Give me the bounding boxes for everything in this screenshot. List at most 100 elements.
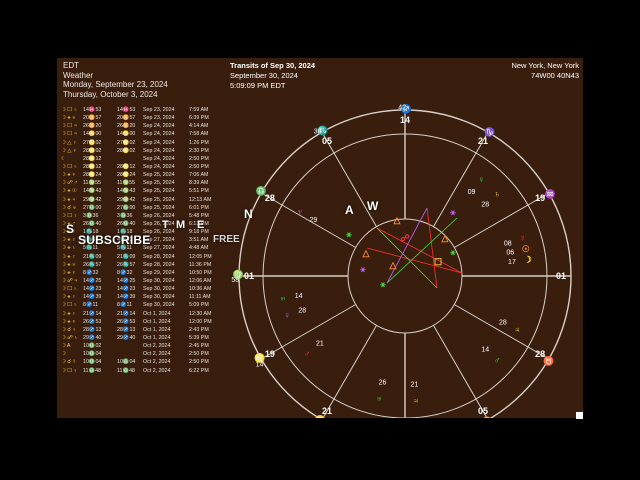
event-position: 14♓53 — [83, 107, 102, 113]
event-position-2: 27♌02 — [117, 139, 136, 146]
cusp-sign-glyph: ♊ — [482, 415, 493, 418]
cusp-label: 01 — [556, 271, 566, 281]
planet-glyph: ♅ — [280, 294, 287, 304]
event-icons: ☽ ☍ ♃ — [61, 277, 79, 284]
event-row: ☽ ⚹ ☉ 14♍43 14♍43 Sep 25, 2024 5:51 PM — [59, 187, 225, 195]
event-date: Oct 1, 2024 — [143, 326, 171, 333]
event-position: 21♏09 — [83, 253, 102, 260]
chart-wheel: 14♐4221♑19♒0128♉05♊3814♊4221♋1619♌1401♍5… — [231, 103, 572, 418]
event-time: 7:59 AM — [189, 107, 209, 113]
planet-glyph: ☿ — [520, 234, 527, 244]
event-row: ☽ ☐ ♃ 14♋00 14♋00 Sep 24, 2024 7:58 AM — [59, 130, 225, 138]
event-position: 29♍42 — [83, 196, 102, 203]
cusp-label: 05 — [322, 136, 332, 146]
event-date: Sep 24, 2024 — [143, 147, 175, 154]
aspect-line — [366, 247, 463, 274]
planet-degree: 26 — [379, 380, 387, 387]
overlay-letter-n: N — [244, 207, 253, 221]
event-date: Oct 2, 2024 — [143, 351, 171, 358]
event-time: 6:01 PM — [189, 204, 209, 211]
aspect-glyph: △ — [389, 260, 398, 270]
event-date: Sep 26, 2024 — [143, 220, 175, 227]
event-position: 3♎36 — [83, 212, 99, 219]
planet-glyph: ♃ — [514, 324, 521, 334]
planet-degree: 14 — [295, 293, 303, 300]
event-position-2: 14♓53 — [117, 107, 136, 113]
event-row: ☽ ☐ ♄ 14♐23 14♐23 Sep 30, 2024 10:36 AM — [59, 285, 225, 293]
event-row: ☽ ☍ ♄ 29♐40 29♐40 Oct 1, 2024 5:39 PM — [59, 334, 225, 342]
event-row: ☽ ⚹ ♅ 20♊57 20♊57 Sep 23, 2024 6:39 PM — [59, 114, 225, 122]
planet-glyph: ☽ — [524, 255, 532, 265]
planet-degree: 28 — [499, 320, 507, 327]
event-date: Oct 2, 2024 — [143, 359, 171, 366]
subscribe-overlay: SUBSCRIBE — [78, 233, 151, 247]
event-row: ☽ A 10♎02 Oct 2, 2024 2:45 PM — [59, 342, 225, 350]
event-date: Sep 28, 2024 — [143, 261, 175, 268]
house-cusp-line — [322, 325, 377, 418]
event-position: 28♌02 — [83, 147, 102, 154]
cusp-sign-glyph: ♒ — [545, 188, 556, 199]
event-position-2: 21♏09 — [117, 253, 136, 260]
aspect-glyph: △ — [362, 248, 371, 258]
event-position: 26♏57 — [83, 261, 102, 268]
event-icons: ☽ ⚹ ♅ — [61, 261, 76, 268]
event-date: Sep 30, 2024 — [143, 294, 175, 301]
event-time: 5:51 PM — [189, 188, 209, 195]
event-position-2: 28♐13 — [117, 326, 136, 333]
event-date: Sep 24, 2024 — [143, 155, 175, 162]
cusp-minute: 58 — [231, 277, 239, 284]
event-row: ☽ ☐ ♄ 28♌12 28♌12 Sep 24, 2024 2:50 PM — [59, 163, 225, 171]
event-icons: ☽ △ ♇ — [61, 139, 77, 146]
event-row: ☽ ⚹ ♇ 21♏09 21♏09 Sep 28, 2024 12:05 PM — [59, 253, 225, 261]
weather-label: Weather — [63, 70, 94, 80]
event-date: Sep 23, 2024 — [143, 115, 175, 122]
overlay-letter-s: S — [66, 222, 75, 236]
event-position: 26♎40 — [83, 220, 102, 227]
cusp-sign-glyph: ♎ — [256, 185, 267, 196]
event-date: Sep 25, 2024 — [143, 188, 175, 195]
cusp-label: 19 — [535, 193, 545, 203]
event-icons: ☽ ☌ ♀ — [61, 326, 77, 333]
aspect-glyph: ⚹ — [380, 279, 386, 289]
event-position-2: 26♐53 — [117, 318, 136, 325]
event-date: Sep 24, 2024 — [143, 139, 175, 146]
event-icons: ☽ ⚹ ♆ — [61, 318, 76, 325]
cusp-sign-glyph: ♑ — [484, 126, 495, 137]
event-position: 14♋00 — [83, 131, 102, 138]
event-time: 1:26 PM — [189, 139, 209, 146]
event-icons: ☽ ☍ ♄ — [61, 334, 79, 341]
aspect-glyph: ⚹ — [346, 229, 352, 239]
event-date: Sep 24, 2024 — [143, 163, 175, 170]
event-position: 8♐32 — [83, 269, 99, 276]
event-row: ☽ ☐ ♄ 14♓53 14♓53 Sep 23, 2024 7:59 AM — [59, 106, 225, 114]
event-time: 2:50 PM — [189, 163, 209, 170]
event-position-2: 29♐40 — [117, 334, 136, 341]
cusp-label: 21 — [478, 136, 488, 146]
event-row: ☽ ☐ ♃ 26♊20 26♊20 Sep 24, 2024 4:14 AM — [59, 122, 225, 130]
resize-handle[interactable] — [576, 412, 583, 419]
event-icons: ☽ △ ♆ — [61, 147, 77, 154]
aspect-glyph: ☍ — [400, 233, 409, 243]
event-date: Sep 28, 2024 — [143, 253, 175, 260]
event-row: ☽ ⚹ ♆ 26♐53 26♐53 Oct 1, 2024 12:00 PM — [59, 318, 225, 326]
planet-degree: 09 — [468, 189, 476, 196]
aspect-glyph: △ — [441, 233, 450, 243]
event-row: ☽ ☌ ♅ 27♎00 27♎00 Sep 25, 2024 6:01 PM — [59, 204, 225, 212]
event-time: 12:05 PM — [189, 253, 212, 260]
planet-glyph: ♄ — [494, 189, 501, 199]
planet-glyph: ♂ — [304, 348, 311, 358]
planet-degree: 14 — [481, 346, 489, 353]
event-icons: ☽ ⚹ ♀ — [61, 237, 76, 244]
event-date: Oct 2, 2024 — [143, 367, 171, 374]
planet-glyph: ♀ — [284, 310, 291, 320]
event-position: 11♎48 — [83, 367, 101, 374]
aspect-glyph: △ — [393, 215, 402, 225]
cusp-label: 19 — [265, 349, 275, 359]
event-position-2: 11♍55 — [117, 180, 135, 187]
event-icons: ☽ ☐ ♃ — [61, 131, 78, 138]
event-position-2: 20♊57 — [117, 115, 136, 122]
cusp-label: 01 — [244, 271, 254, 281]
event-icons: ☽ ⚹ ♇ — [61, 253, 76, 260]
planet-degree: 21 — [411, 382, 419, 389]
planet-glyph: ♅ — [376, 393, 383, 403]
